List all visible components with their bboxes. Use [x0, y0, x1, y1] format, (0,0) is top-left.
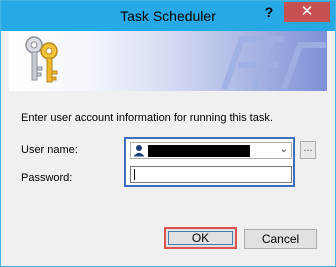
help-button[interactable]: ?: [256, 2, 282, 22]
ok-label: OK: [191, 231, 210, 245]
password-label: Password:: [21, 172, 73, 184]
user-icon: [133, 145, 145, 157]
banner-watermark-art: [221, 36, 326, 91]
cancel-button[interactable]: Cancel: [244, 229, 317, 249]
text-cursor: [134, 169, 135, 180]
close-button[interactable]: ✕: [284, 2, 330, 22]
user-name-label: User name:: [21, 144, 78, 156]
banner: [9, 31, 327, 91]
password-field[interactable]: [130, 166, 292, 183]
title-bar[interactable]: Task Scheduler ? ✕: [1, 1, 335, 31]
chevron-down-icon[interactable]: ⌄: [280, 144, 288, 155]
instruction-text: Enter user account information for runni…: [21, 112, 273, 124]
user-name-combobox[interactable]: ⌄: [130, 142, 292, 159]
browse-button[interactable]: ...: [300, 141, 316, 159]
task-scheduler-dialog: Task Scheduler ? ✕ Enter user account in…: [0, 0, 336, 267]
user-name-redacted: [148, 145, 250, 157]
keys-icon: [25, 36, 58, 83]
ok-button[interactable]: OK: [164, 227, 237, 249]
